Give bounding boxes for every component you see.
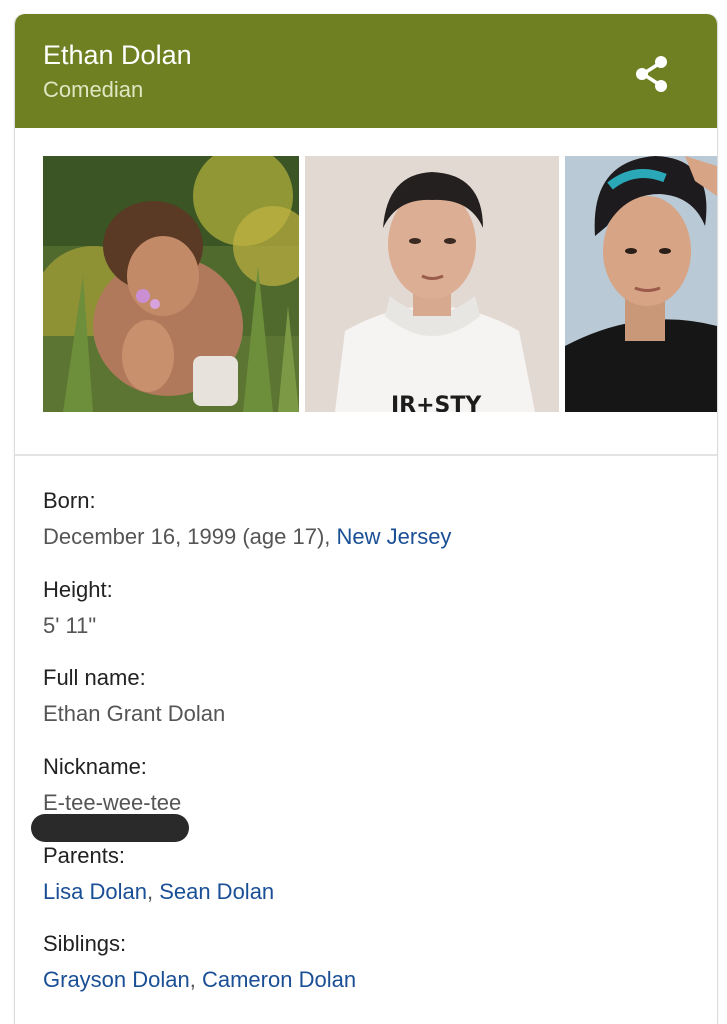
fact-parents: Parents: Lisa Dolan, Sean Dolan — [43, 843, 274, 905]
fact-value-full-name: Ethan Grant Dolan — [43, 701, 226, 726]
photo-blue-hair[interactable] — [565, 156, 717, 412]
knowledge-panel-card: Ethan Dolan Comedian IR+STY Born: Decemb… — [14, 14, 718, 1024]
entity-title: Ethan Dolan — [43, 40, 192, 70]
panel-header: Ethan Dolan Comedian — [15, 14, 717, 128]
fact-value-siblings: Grayson Dolan, Cameron Dolan — [43, 967, 356, 993]
fact-nickname: Nickname: E-tee-wee-tee — [43, 754, 181, 816]
sibling-link[interactable]: Cameron Dolan — [202, 967, 356, 992]
entity-subtitle: Comedian — [43, 77, 144, 102]
photo-flowers[interactable] — [43, 156, 299, 412]
parents-separator: , — [146, 879, 160, 904]
fact-label-nickname: Nickname: — [43, 754, 147, 779]
fact-label-full-name: Full name: — [43, 665, 146, 690]
fact-full-name: Full name: Ethan Grant Dolan — [43, 665, 225, 727]
fact-born: Born: December 16, 1999 (age 17), New Je… — [43, 488, 451, 550]
fact-value-nickname: E-tee-wee-tee — [43, 790, 182, 815]
fact-label-parents: Parents: — [43, 843, 125, 868]
parent-link[interactable]: Sean Dolan — [159, 879, 274, 904]
born-date: December 16, 1999 (age 17), — [43, 524, 337, 549]
siblings-separator: , — [189, 967, 202, 992]
parent-link[interactable]: Lisa Dolan — [43, 879, 147, 904]
sibling-link[interactable]: Grayson Dolan — [43, 967, 190, 992]
fact-value-parents: Lisa Dolan, Sean Dolan — [43, 879, 274, 905]
fact-value-born: December 16, 1999 (age 17), New Jersey — [43, 524, 451, 550]
born-place-link[interactable]: New Jersey — [337, 524, 452, 549]
fact-height: Height: 5' 11" — [43, 577, 113, 639]
fact-value-height: 5' 11" — [43, 613, 97, 638]
svg-text:IR+STY: IR+STY — [391, 393, 482, 412]
fact-siblings: Siblings: Grayson Dolan, Cameron Dolan — [43, 931, 356, 993]
image-carousel[interactable]: IR+STY — [43, 156, 717, 412]
section-divider — [15, 454, 717, 456]
share-icon[interactable] — [632, 54, 672, 94]
fact-label-born: Born: — [43, 488, 96, 513]
photo-white-hoodie[interactable]: IR+STY — [305, 156, 559, 412]
redaction-bar — [31, 814, 189, 842]
fact-label-height: Height: — [43, 577, 113, 602]
fact-label-siblings: Siblings: — [43, 931, 127, 956]
